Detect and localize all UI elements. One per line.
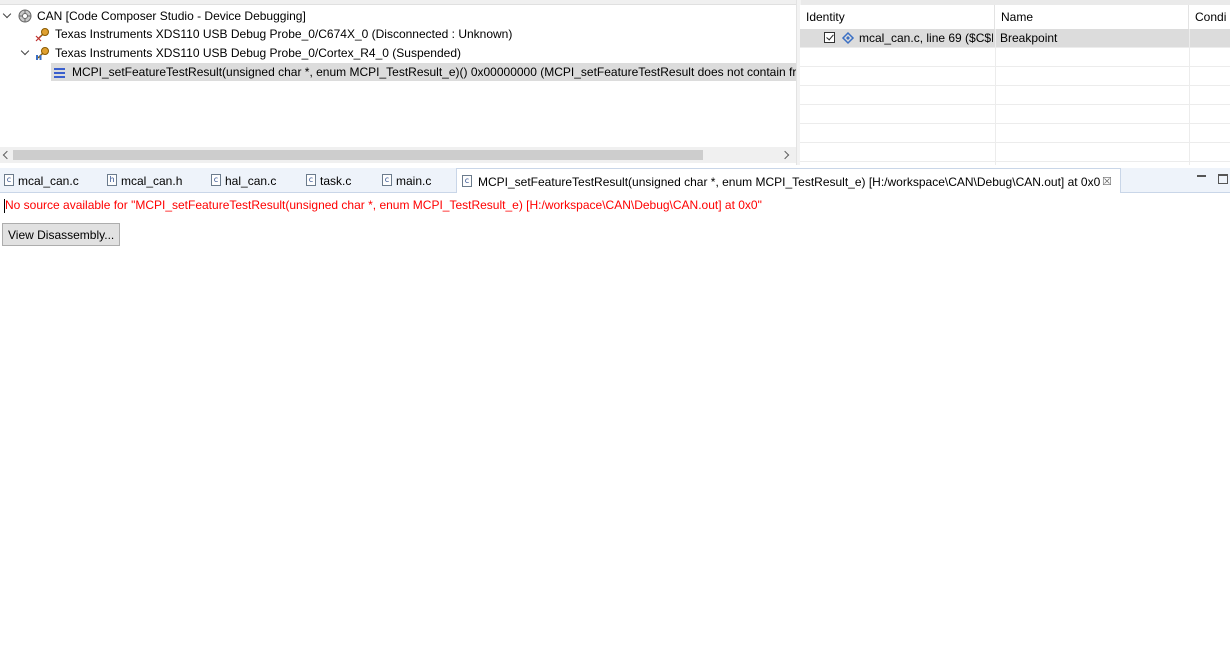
debug-session-icon [18, 9, 32, 23]
table-gridline [800, 85, 1230, 86]
minimize-icon[interactable] [1196, 172, 1208, 184]
suspended-core-icon [36, 47, 49, 60]
column-header-condition[interactable]: Condi [1189, 5, 1230, 29]
editor-area: No source available for "MCPI_setFeature… [0, 193, 1230, 655]
tree-label-session: CAN [Code Composer Studio - Device Debug… [37, 9, 306, 23]
tab-label: mcal_can.h [121, 174, 183, 188]
scrollbar-thumb[interactable] [13, 150, 703, 160]
table-gridline [800, 104, 1230, 105]
tree-row-stack-frame[interactable]: MCPI_setFeatureTestResult(unsigned char … [51, 63, 803, 82]
stack-frame-icon [54, 66, 70, 82]
breakpoint-icon [841, 31, 855, 45]
column-header-identity[interactable]: Identity [800, 5, 995, 29]
tree-label-c674x: Texas Instruments XDS110 USB Debug Probe… [55, 27, 513, 41]
tree-row-session[interactable]: CAN [Code Composer Studio - Device Debug… [0, 7, 796, 25]
tab-hal-can-c[interactable]: c hal_can.c [207, 168, 297, 192]
no-source-message: No source available for "MCPI_setFeature… [5, 198, 762, 212]
maximize-icon[interactable] [1217, 172, 1229, 184]
disconnected-core-icon [35, 28, 49, 42]
breakpoint-name: Breakpoint [1000, 31, 1058, 45]
column-header-name[interactable]: Name [995, 5, 1189, 29]
tree-row-cortex[interactable]: Texas Instruments XDS110 USB Debug Probe… [0, 44, 796, 62]
tab-task-c[interactable]: c task.c [302, 168, 377, 192]
scroll-left-icon[interactable] [0, 149, 12, 161]
table-gridline [800, 47, 1230, 48]
tab-label: task.c [320, 174, 352, 188]
scroll-right-icon[interactable] [780, 149, 792, 161]
tab-mcpi-set-feature-test-result[interactable]: c MCPI_setFeatureTestResult(unsigned cha… [456, 168, 1121, 193]
debug-tree-view: CAN [Code Composer Studio - Device Debug… [0, 5, 803, 165]
table-column-divider [1189, 29, 1190, 165]
table-gridline [800, 66, 1230, 67]
tab-mcal-can-c[interactable]: c mcal_can.c [0, 168, 100, 192]
table-gridline [800, 161, 1230, 162]
chevron-down-icon[interactable] [20, 47, 32, 59]
tab-mcal-can-h[interactable]: h mcal_can.h [103, 168, 203, 192]
c-file-icon: c [4, 174, 14, 186]
h-file-icon: h [107, 174, 117, 186]
tree-label-stack-frame: MCPI_setFeatureTestResult(unsigned char … [72, 65, 804, 79]
c-file-icon: c [306, 174, 316, 186]
c-file-icon: c [382, 174, 392, 186]
view-disassembly-button[interactable]: View Disassembly... [2, 223, 121, 246]
breakpoint-enabled-checkbox[interactable] [824, 32, 835, 43]
editor-tab-bar: c mcal_can.c h mcal_can.h c hal_can.c c … [0, 168, 1230, 193]
breakpoint-identity: mcal_can.c, line 69 ($C$L( [859, 31, 993, 45]
tree-row-c674x[interactable]: Texas Instruments XDS110 USB Debug Probe… [0, 25, 796, 43]
table-row[interactable]: mcal_can.c, line 69 ($C$L( Breakpoint [800, 29, 1230, 47]
tab-label: MCPI_setFeatureTestResult(unsigned char … [478, 175, 1101, 189]
close-icon[interactable]: ☒ [1102, 169, 1112, 195]
tab-label: hal_can.c [225, 174, 277, 188]
tree-label-cortex: Texas Instruments XDS110 USB Debug Probe… [55, 46, 462, 60]
table-gridline [800, 123, 1230, 124]
table-gridline [800, 142, 1230, 143]
c-file-icon: c [211, 174, 221, 186]
breakpoints-table: Identity Name Condi mcal_can.c, line 69 … [800, 5, 1230, 165]
table-column-divider [995, 29, 996, 165]
tab-label: mcal_can.c [18, 174, 79, 188]
chevron-down-icon[interactable] [2, 10, 14, 22]
horizontal-scrollbar[interactable] [0, 147, 796, 163]
c-file-icon: c [462, 175, 472, 187]
tab-label: main.c [396, 174, 432, 188]
breakpoints-table-header: Identity Name Condi [800, 5, 1230, 30]
tab-main-c[interactable]: c main.c [379, 168, 454, 192]
